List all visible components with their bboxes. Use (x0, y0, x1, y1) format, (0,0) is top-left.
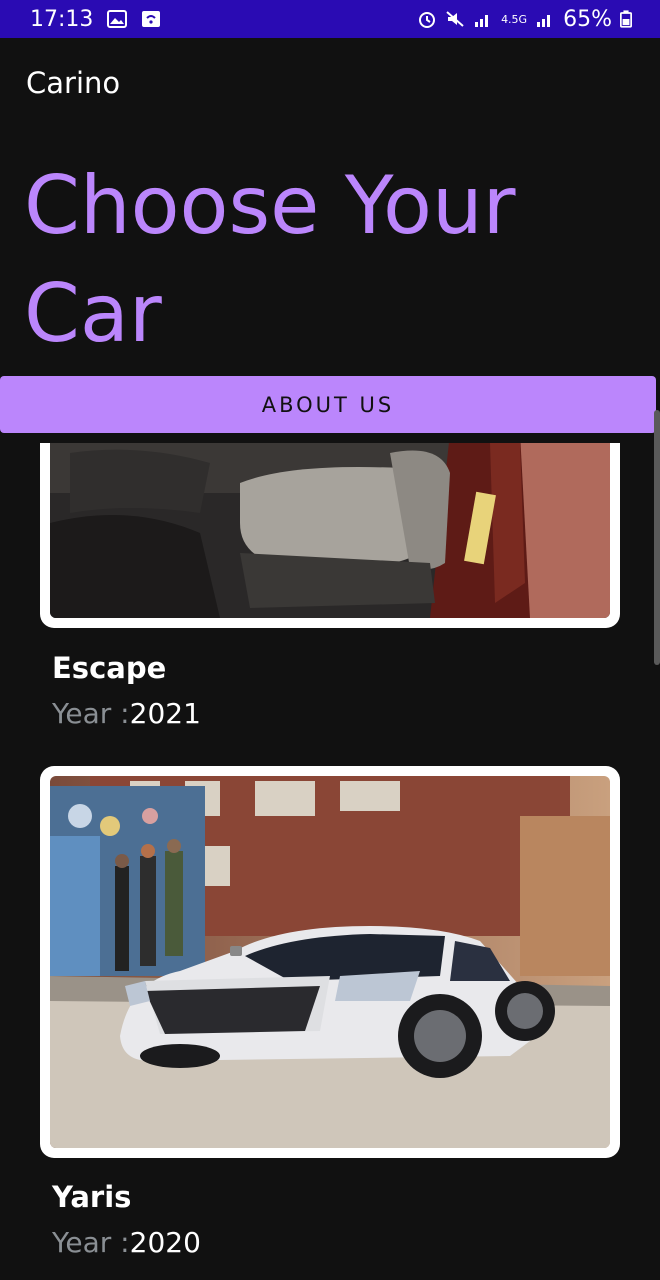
car-card-escape[interactable]: Escape Year :2021 (0, 443, 660, 743)
network-type: 4.5G (501, 12, 528, 26)
car-year: Year :2021 (52, 697, 201, 730)
car-year: Year :2020 (52, 1226, 201, 1259)
signal-icon (475, 15, 489, 27)
year-label: Year : (52, 697, 130, 730)
year-value: 2020 (129, 1226, 201, 1259)
alarm-icon (419, 12, 436, 28)
screenshot-icon (142, 11, 161, 27)
status-time: 17:13 (30, 6, 94, 32)
page-headline: Choose Your Car (24, 159, 516, 360)
year-value: 2021 (129, 697, 201, 730)
battery-percent: 65% (563, 6, 612, 32)
car-name: Escape (52, 651, 167, 685)
car-image-escape (50, 443, 610, 618)
mute-icon (446, 11, 464, 27)
app-title: Carino (26, 66, 121, 100)
about-us-button[interactable]: ABOUT US (0, 376, 656, 433)
signal-icon-2 (537, 15, 551, 27)
battery-icon (620, 10, 632, 28)
car-image-frame (40, 443, 620, 628)
year-label: Year : (52, 1226, 130, 1259)
car-name: Yaris (52, 1180, 132, 1214)
car-image-yaris (50, 776, 610, 1148)
car-image-frame (40, 766, 620, 1158)
status-bar: 17:13 4.5G 65% (0, 0, 660, 38)
scrollbar-thumb[interactable] (654, 410, 660, 665)
gallery-icon (107, 10, 128, 28)
